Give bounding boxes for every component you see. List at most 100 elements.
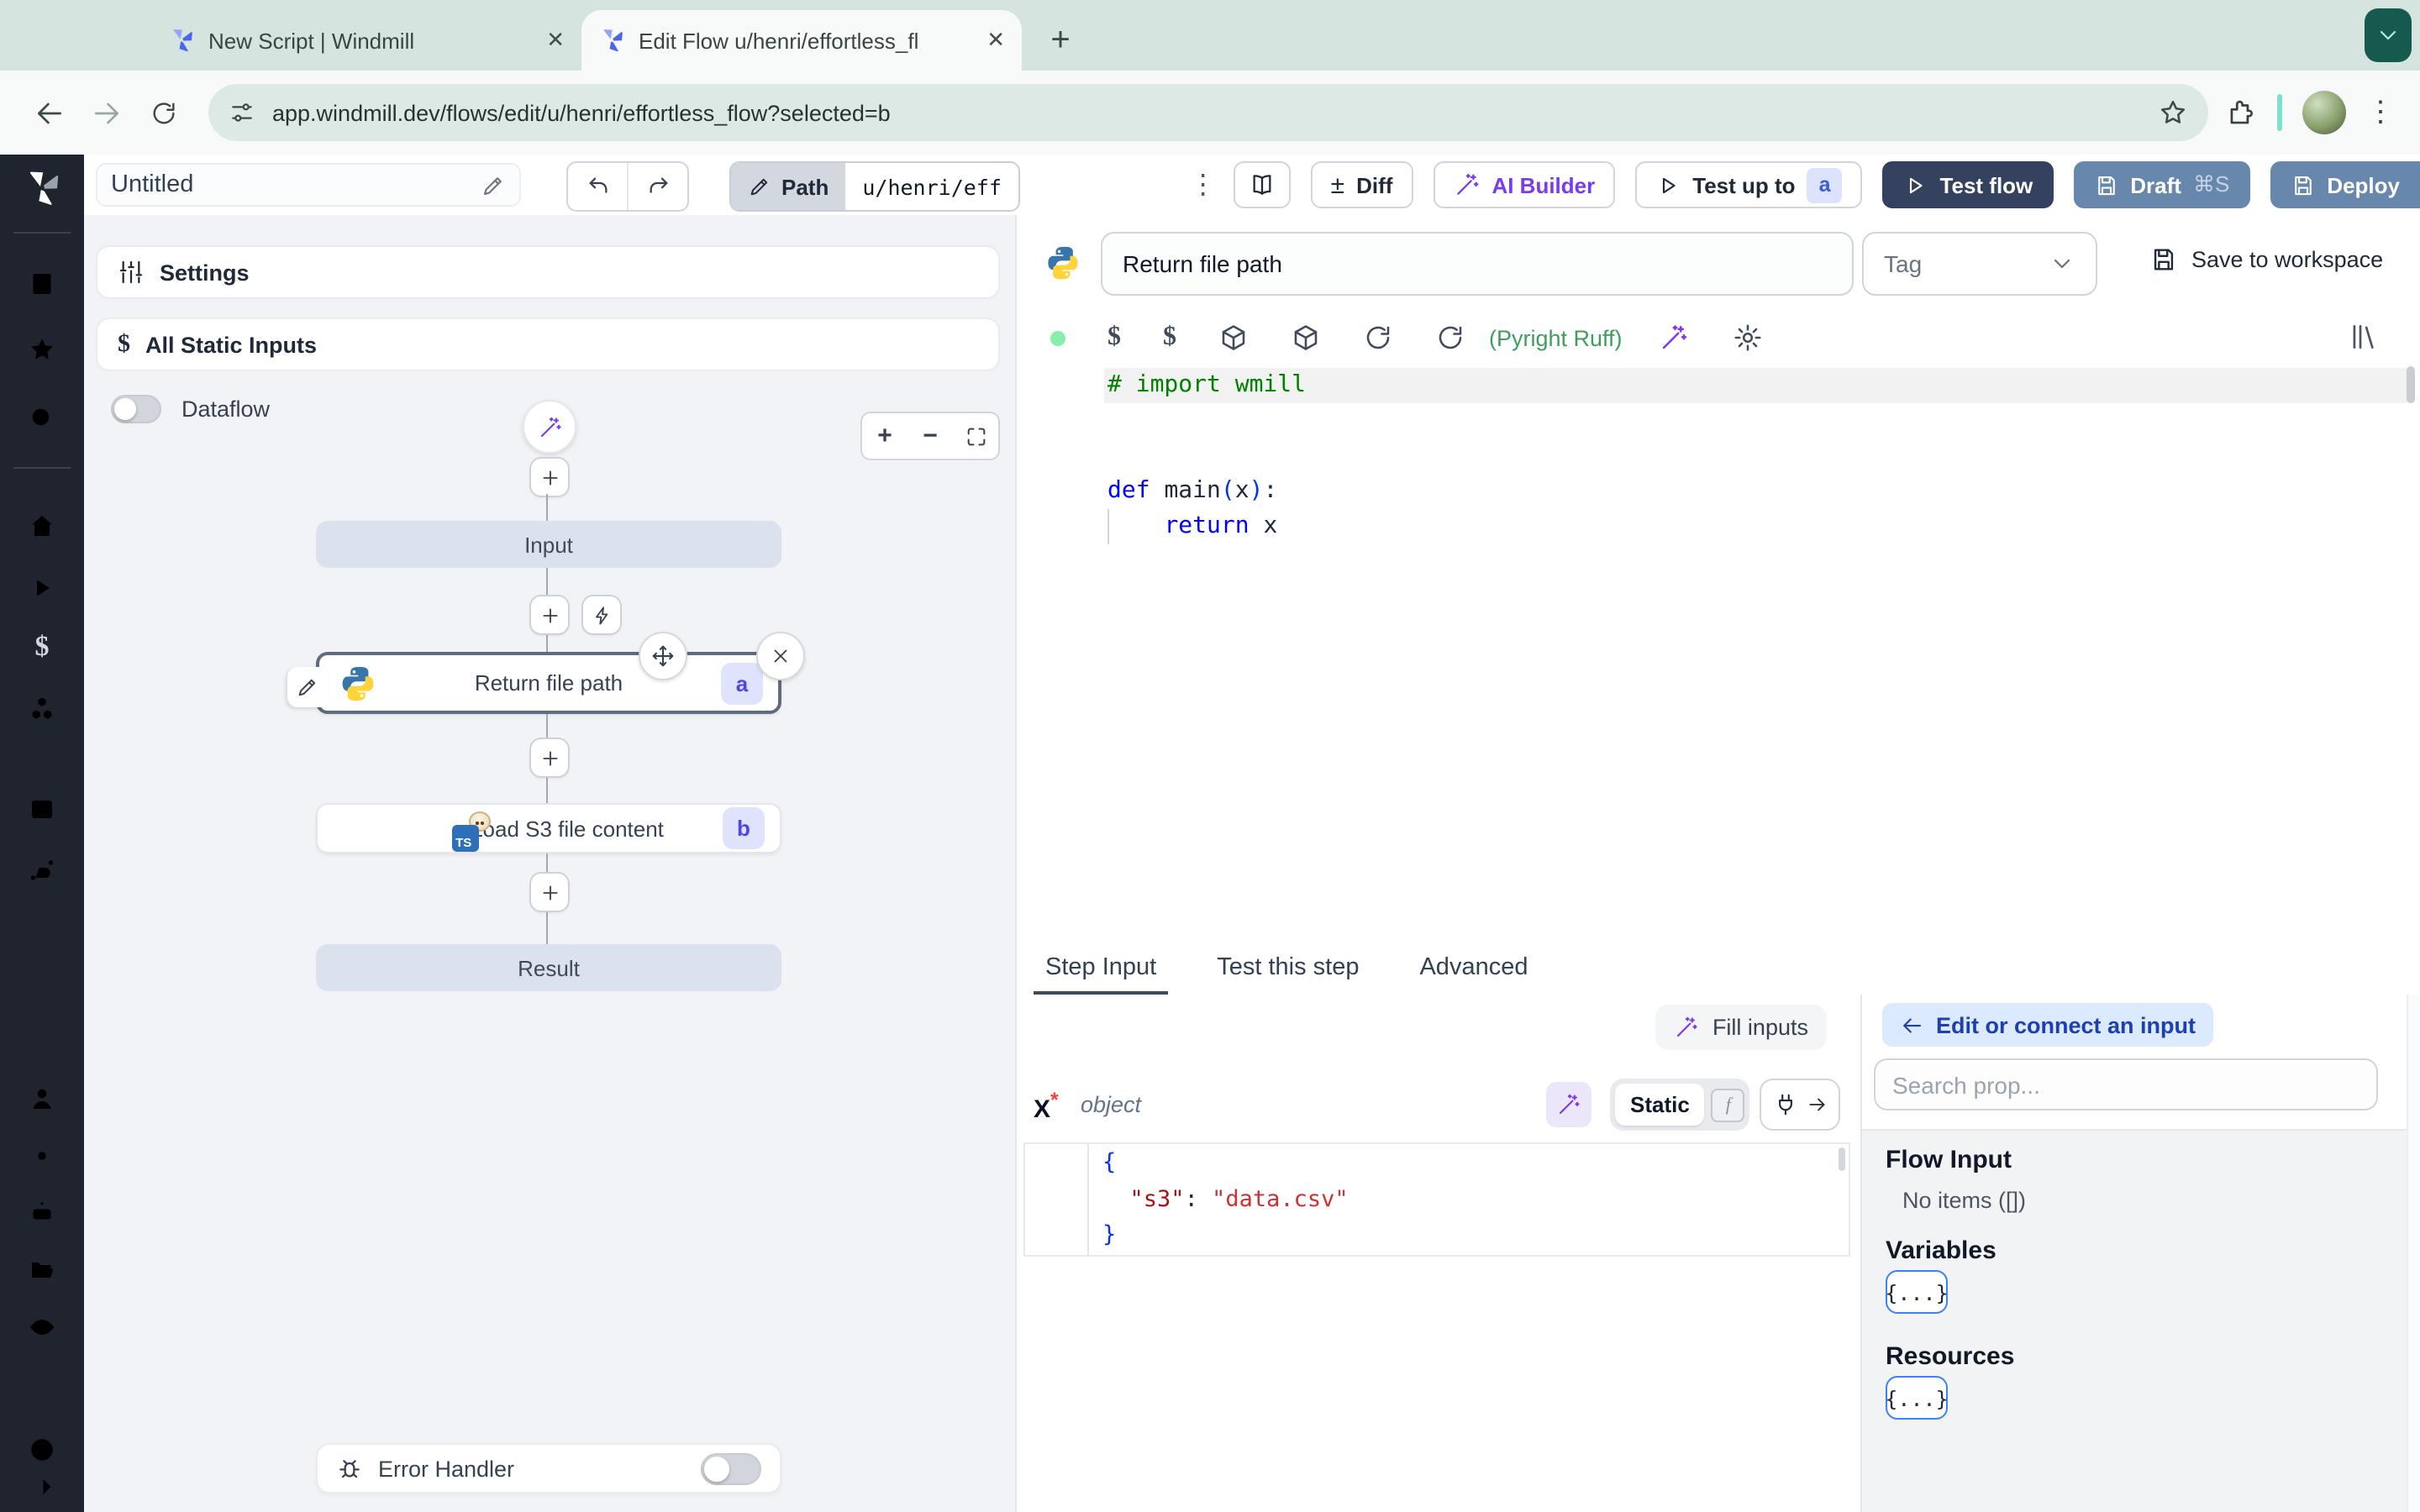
node-badge: a bbox=[721, 662, 763, 704]
tab-close-icon[interactable]: ✕ bbox=[546, 27, 565, 54]
panel-scrollbar-track[interactable] bbox=[2407, 995, 2420, 1512]
flow-node-input[interactable]: Input bbox=[316, 521, 781, 568]
edit-or-connect-button[interactable]: Edit or connect an input bbox=[1882, 1003, 2212, 1047]
fill-inputs-button[interactable]: Fill inputs bbox=[1655, 1005, 1827, 1050]
browser-tab-new-script[interactable]: New Script | Windmill ✕ bbox=[151, 10, 581, 71]
lint-status[interactable]: (Pyright Ruff) bbox=[1489, 325, 1623, 350]
error-handler-toggle[interactable] bbox=[701, 1452, 761, 1484]
pencil-icon[interactable] bbox=[481, 172, 506, 197]
dataflow-toggle[interactable] bbox=[111, 395, 161, 423]
json-content[interactable]: { "s3": "data.csv"} bbox=[1099, 1146, 1835, 1254]
variables-icon[interactable]: $ bbox=[1107, 323, 1121, 353]
flow-settings-button[interactable]: Settings bbox=[96, 245, 1000, 299]
save-to-workspace-button[interactable]: Save to workspace bbox=[2149, 245, 2383, 274]
extensions-icon[interactable] bbox=[2225, 97, 2257, 129]
browser-menu-icon[interactable]: ⋮ bbox=[2366, 96, 2395, 129]
site-settings-icon[interactable] bbox=[229, 99, 255, 126]
insert-step-button[interactable] bbox=[529, 457, 570, 497]
forward-button[interactable] bbox=[77, 84, 134, 141]
deploy-button[interactable]: Deploy bbox=[2270, 161, 2420, 208]
more-options-icon[interactable]: ⋮ bbox=[1190, 168, 1217, 202]
resources-object-chip[interactable]: {...} bbox=[1885, 1376, 1949, 1420]
redo-button[interactable] bbox=[627, 163, 687, 210]
move-node-handle[interactable] bbox=[639, 632, 687, 680]
browser-tab-strip: New Script | Windmill ✕ Edit Flow u/henr… bbox=[0, 0, 2420, 71]
sidebar-item-variables-icon[interactable]: $ bbox=[27, 630, 57, 662]
search-prop-input[interactable] bbox=[1874, 1058, 2378, 1110]
sidebar-item-routes-icon[interactable] bbox=[27, 855, 57, 885]
windmill-logo[interactable] bbox=[22, 168, 62, 208]
fit-view-button[interactable] bbox=[953, 413, 998, 459]
connect-input-button[interactable] bbox=[1760, 1079, 1840, 1131]
zoom-in-button[interactable]: + bbox=[862, 413, 908, 459]
sidebar-item-runs-icon[interactable] bbox=[27, 573, 57, 603]
insert-trigger-button[interactable] bbox=[581, 595, 622, 635]
flow-node-result[interactable]: Result bbox=[316, 944, 781, 991]
sidebar-item-workers-icon[interactable] bbox=[27, 1198, 57, 1228]
profile-avatar[interactable] bbox=[2302, 91, 2346, 134]
tag-select[interactable]: Tag bbox=[1862, 232, 2097, 296]
flow-node-b[interactable]: TS Load S3 file content b bbox=[316, 803, 781, 853]
sidebar-item-favorites-icon[interactable] bbox=[27, 334, 57, 365]
ai-fill-button[interactable] bbox=[1546, 1082, 1591, 1127]
edit-step-pencil-icon[interactable] bbox=[287, 667, 328, 707]
path-button[interactable]: Path u/henri/eff bbox=[729, 161, 1020, 212]
delete-node-button[interactable] bbox=[756, 632, 805, 680]
ai-wand-icon[interactable] bbox=[1660, 323, 1690, 353]
sidebar-item-workspace-icon[interactable] bbox=[27, 269, 57, 299]
sidebar-item-search-icon[interactable] bbox=[27, 403, 57, 433]
browser-tab-edit-flow[interactable]: Edit Flow u/henri/effortless_fl ✕ bbox=[581, 10, 1022, 71]
variables-object-chip[interactable]: {...} bbox=[1885, 1270, 1949, 1314]
json-scrollbar[interactable] bbox=[1839, 1147, 1845, 1171]
back-button[interactable] bbox=[20, 84, 77, 141]
undo-button[interactable] bbox=[568, 163, 627, 210]
flow-name-input[interactable]: Untitled bbox=[96, 163, 521, 207]
sidebar-item-settings-icon[interactable] bbox=[27, 1141, 57, 1171]
code-editor[interactable]: # import wmill def main(x): return x bbox=[1017, 363, 2420, 941]
sidebar-item-audit-logs-icon[interactable] bbox=[27, 1312, 57, 1342]
sidebar-item-home-icon[interactable] bbox=[27, 511, 57, 541]
diff-button[interactable]: ± Diff bbox=[1310, 161, 1413, 208]
code-content[interactable]: # import wmill def main(x): return x bbox=[1104, 368, 2410, 544]
package-icon[interactable] bbox=[1218, 323, 1249, 353]
editor-settings-gear-icon[interactable] bbox=[1733, 323, 1764, 353]
insert-step-button[interactable] bbox=[529, 595, 570, 635]
new-tab-button[interactable]: + bbox=[1035, 15, 1086, 66]
resources-dollar-icon[interactable]: $ bbox=[1163, 323, 1176, 353]
address-bar[interactable]: app.windmill.dev/flows/edit/u/henri/effo… bbox=[208, 84, 2208, 141]
flow-node-a[interactable]: Return file path a bbox=[316, 652, 781, 714]
ai-builder-button[interactable]: AI Builder bbox=[1433, 161, 1616, 208]
error-handler-row[interactable]: Error Handler bbox=[316, 1443, 781, 1494]
reload-icon[interactable] bbox=[1435, 323, 1465, 353]
test-flow-button[interactable]: Test flow bbox=[1882, 161, 2054, 208]
insert-step-button[interactable] bbox=[529, 738, 570, 778]
test-up-to-button[interactable]: Test up to a bbox=[1635, 161, 1863, 208]
sidebar-item-resources-icon[interactable] bbox=[27, 694, 57, 724]
package-icon[interactable] bbox=[1291, 323, 1321, 353]
step-name-input[interactable] bbox=[1101, 232, 1854, 296]
reload-icon[interactable] bbox=[1363, 323, 1393, 353]
sidebar-collapse-icon[interactable] bbox=[27, 1472, 57, 1502]
json-value-editor[interactable]: { "s3": "data.csv"} bbox=[1023, 1142, 1850, 1257]
tab-close-icon[interactable]: ✕ bbox=[986, 27, 1005, 54]
sidebar-item-users-icon[interactable] bbox=[27, 1084, 57, 1114]
insert-step-button[interactable] bbox=[529, 872, 570, 912]
zoom-out-button[interactable]: − bbox=[908, 413, 953, 459]
all-static-inputs-button[interactable]: $ All Static Inputs bbox=[96, 318, 1000, 371]
tab-search-button[interactable] bbox=[2365, 8, 2412, 62]
draft-button[interactable]: Draft ⌘S bbox=[2073, 161, 2250, 208]
sidebar-item-schedules-icon[interactable] bbox=[27, 793, 57, 823]
tab-step-input[interactable]: Step Input bbox=[1033, 941, 1169, 996]
editor-scrollbar[interactable] bbox=[2407, 366, 2415, 403]
sidebar-item-folders-icon[interactable] bbox=[27, 1255, 57, 1285]
expression-mode-icon[interactable]: f bbox=[1711, 1088, 1745, 1121]
sidebar-item-help-icon[interactable] bbox=[27, 1435, 57, 1465]
docs-button[interactable] bbox=[1233, 161, 1291, 208]
static-mode-button[interactable]: Static bbox=[1615, 1084, 1705, 1126]
bookmark-star-icon[interactable] bbox=[2158, 97, 2188, 128]
tab-test-this-step[interactable]: Test this step bbox=[1212, 941, 1364, 995]
library-icon[interactable] bbox=[2348, 321, 2380, 353]
tab-advanced[interactable]: Advanced bbox=[1414, 941, 1533, 995]
reload-button[interactable] bbox=[134, 84, 192, 141]
ai-flow-button[interactable] bbox=[523, 400, 576, 454]
